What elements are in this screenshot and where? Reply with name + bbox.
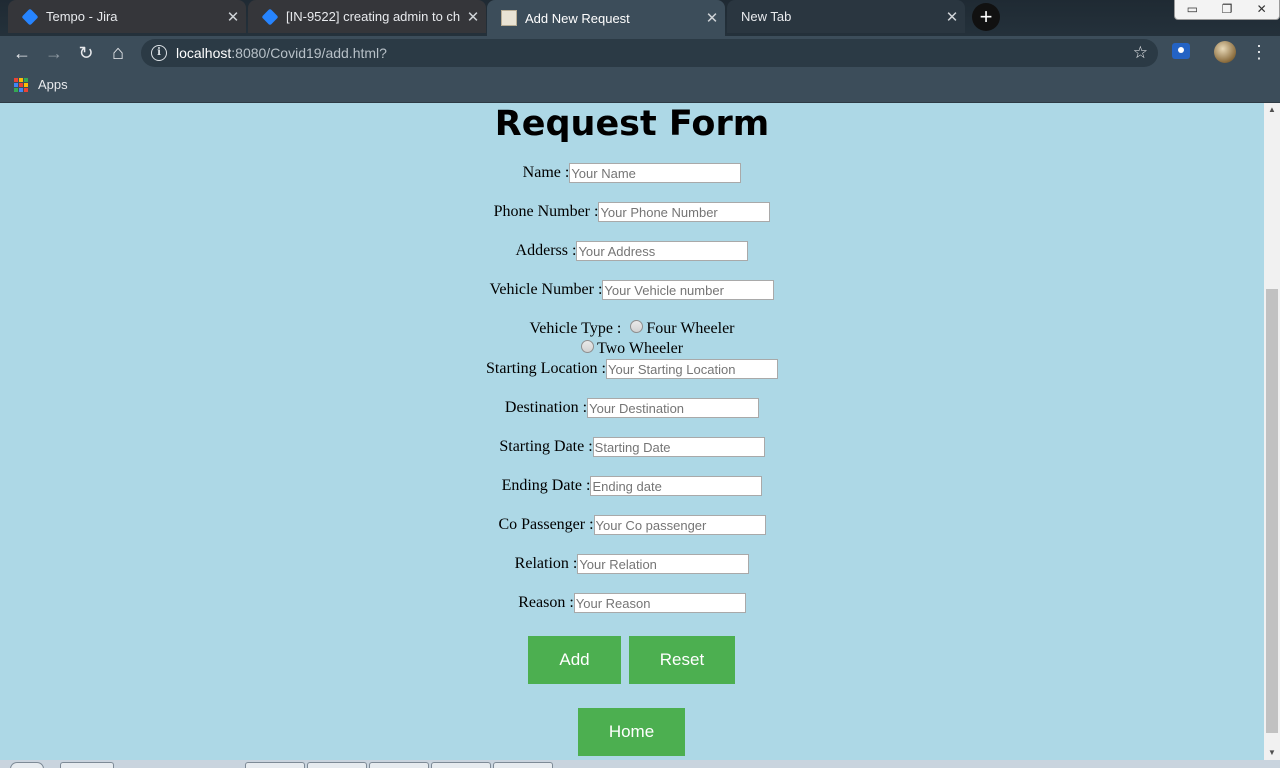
starting-date-input[interactable] [592,437,765,457]
tab-add-new-request[interactable]: Add New Request ✕ [487,0,725,36]
tab-new-tab[interactable]: New Tab ✕ [727,0,965,33]
starting-date-label: Starting Date : [499,438,593,455]
home-icon[interactable]: ⌂ [105,40,131,66]
extension-icon[interactable] [1172,43,1190,59]
close-tab-icon[interactable]: ✕ [460,8,486,26]
scrollbar-thumb[interactable] [1266,289,1278,733]
vehicle-number-label: Vehicle Number : [489,281,603,298]
info-icon[interactable]: i [151,45,167,61]
phone-label: Phone Number : [493,203,599,220]
destination-input[interactable] [587,398,760,418]
close-tab-icon[interactable]: ✕ [220,8,246,26]
address-row: Adderss : [0,240,1264,262]
name-label: Name : [522,164,570,181]
start-button[interactable] [10,762,44,768]
phone-input[interactable] [598,202,771,222]
bookmarks-bar: Apps [0,69,1280,103]
tab-label: New Tab [741,9,792,24]
vehicle-number-row: Vehicle Number : [0,279,1264,301]
forward-arrow-icon[interactable]: → [41,40,67,66]
tab-label: [IN-9522] creating admin to chec [286,9,460,24]
scroll-up-arrow-icon[interactable]: ▲ [1264,103,1280,117]
jira-icon [21,8,39,25]
new-tab-button[interactable]: + [972,3,1000,31]
back-arrow-icon[interactable]: ← [9,40,35,66]
taskbar-app[interactable] [60,762,114,768]
destination-label: Destination : [504,399,588,416]
apps-grid-icon [14,77,28,92]
page-viewport: Request Form Name : Phone Number : Adder… [0,103,1264,760]
browser-toolbar: ← → ↻ ⌂ i localhost :8080/Covid19/add.ht… [0,36,1280,69]
url-path: :8080/Covid19/add.html? [231,45,387,61]
reason-label: Reason : [518,594,574,611]
vehicle-number-input[interactable] [602,280,775,300]
apps-shortcut[interactable]: Apps [14,77,68,92]
page-title: Request Form [494,104,770,144]
vertical-scrollbar[interactable]: ▲ ▼ [1264,103,1280,760]
tab-strip: Tempo - Jira ✕ [IN-9522] creating admin … [0,0,1280,36]
ending-date-input[interactable] [590,476,763,496]
tab-jira-issue[interactable]: [IN-9522] creating admin to chec ✕ [248,0,486,33]
restore-icon[interactable]: ❐ [1210,0,1245,19]
relation-row: Relation : [0,553,1264,575]
phone-row: Phone Number : [0,201,1264,223]
co-passenger-row: Co Passenger : [0,514,1264,536]
bookmark-star-icon[interactable]: ☆ [1133,43,1148,63]
name-row: Name : [0,162,1264,184]
address-input[interactable] [576,241,749,261]
address-label: Adderss : [515,242,577,259]
tab-tempo-jira[interactable]: Tempo - Jira ✕ [8,0,246,33]
vehicle-type-row: Vehicle Type : Four Wheeler [0,319,1264,339]
starting-location-input[interactable] [605,359,778,379]
reset-button[interactable]: Reset [629,636,735,684]
home-button[interactable]: Home [578,708,685,756]
close-window-icon[interactable]: ✕ [1244,0,1279,19]
ending-date-row: Ending Date : [0,475,1264,497]
starting-date-row: Starting Date : [0,436,1264,458]
jira-icon [261,8,279,25]
four-wheeler-radio[interactable] [630,319,644,333]
menu-dots-icon[interactable]: ⋮ [1250,41,1268,63]
window-controls: ▭ ❐ ✕ [1174,0,1280,20]
taskbar-app[interactable] [245,762,305,768]
two-wheeler-label: Two Wheeler [596,340,684,357]
vehicle-type-label: Vehicle Type : [529,320,622,337]
destination-row: Destination : [0,397,1264,419]
tab-label: Add New Request [525,10,630,26]
starting-location-row: Starting Location : [0,358,1264,380]
minimize-icon[interactable]: ▭ [1175,0,1210,19]
taskbar [0,760,1280,768]
tab-label: Tempo - Jira [46,9,118,24]
taskbar-app[interactable] [307,762,367,768]
co-passenger-label: Co Passenger : [498,516,594,533]
url-host: localhost [176,45,232,61]
taskbar-app[interactable] [369,762,429,768]
two-wheeler-radio[interactable] [580,339,594,353]
close-tab-icon[interactable]: ✕ [699,9,725,27]
ending-date-label: Ending Date : [501,477,591,494]
vehicle-type-row-2: Two Wheeler [0,339,1264,359]
apps-label: Apps [38,77,68,92]
four-wheeler-label: Four Wheeler [646,320,735,337]
reload-icon[interactable]: ↻ [73,40,99,66]
relation-label: Relation : [514,555,578,572]
taskbar-app[interactable] [493,762,553,768]
page-favicon-icon [501,10,517,26]
add-button[interactable]: Add [528,636,621,684]
address-bar[interactable]: i localhost :8080/Covid19/add.html? ☆ [141,39,1158,67]
reason-row: Reason : [0,592,1264,614]
profile-avatar[interactable] [1214,41,1236,63]
relation-input[interactable] [577,554,750,574]
co-passenger-input[interactable] [593,515,766,535]
name-input[interactable] [569,163,742,183]
close-tab-icon[interactable]: ✕ [939,8,965,26]
reason-input[interactable] [573,593,746,613]
starting-location-label: Starting Location : [486,360,606,377]
taskbar-app[interactable] [431,762,491,768]
scroll-down-arrow-icon[interactable]: ▼ [1264,746,1280,760]
